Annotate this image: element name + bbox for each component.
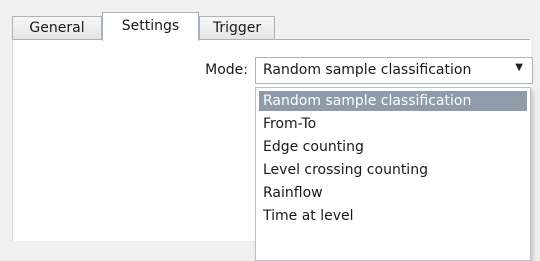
tab-general[interactable]: General: [12, 16, 102, 40]
mode-label: Mode:: [205, 62, 248, 78]
mode-dropdown-list: Random sample classification From-To Edg…: [255, 87, 531, 261]
chevron-down-icon[interactable]: ▼: [515, 62, 523, 73]
tab-strip: General Settings Trigger: [12, 12, 530, 41]
mode-option-level-crossing-counting[interactable]: Level crossing counting: [259, 160, 527, 180]
tab-trigger[interactable]: Trigger: [199, 16, 275, 40]
tab-settings[interactable]: Settings: [102, 12, 199, 41]
mode-selected-value: Random sample classification: [263, 62, 472, 78]
mode-option-random-sample-classification[interactable]: Random sample classification: [259, 91, 527, 111]
mode-option-rainflow[interactable]: Rainflow: [259, 183, 527, 203]
mode-option-time-at-level[interactable]: Time at level: [259, 206, 527, 226]
mode-combobox[interactable]: Random sample classification ▼: [255, 57, 533, 84]
mode-option-from-to[interactable]: From-To: [259, 114, 527, 134]
mode-option-edge-counting[interactable]: Edge counting: [259, 137, 527, 157]
